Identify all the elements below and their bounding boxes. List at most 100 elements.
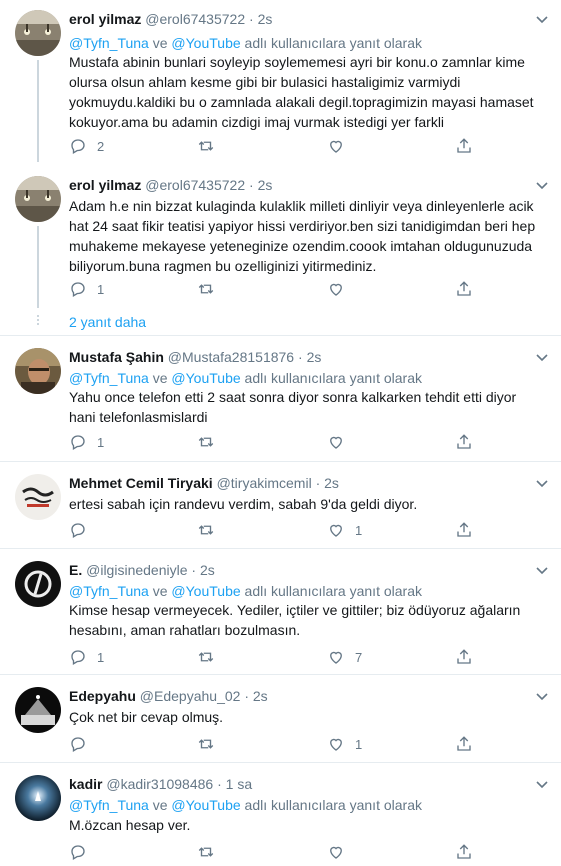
display-name[interactable]: Mustafa Şahin — [69, 349, 164, 365]
retweet-button[interactable] — [197, 520, 215, 540]
username[interactable]: @erol67435722 — [145, 11, 245, 27]
share-button[interactable] — [455, 520, 473, 540]
retweet-button[interactable] — [197, 647, 215, 667]
tweet-edepyahu[interactable]: Edepyahu @Edepyahu_02 · 2s Çok net bir c… — [0, 687, 561, 757]
display-name[interactable]: Mehmet Cemil Tiryaki — [69, 475, 213, 491]
username[interactable]: @ilgisinedeniyle — [86, 562, 187, 578]
display-name[interactable]: erol yilmaz — [69, 11, 141, 27]
retweet-button[interactable] — [197, 842, 215, 862]
retweet-button[interactable] — [197, 432, 215, 452]
tweet-header: E. @ilgisinedeniyle · 2s — [69, 561, 215, 579]
like-icon — [330, 140, 342, 153]
chevron-down-icon[interactable] — [535, 350, 549, 364]
reply-context-and: ve — [152, 370, 168, 386]
reply-button[interactable]: 1 — [69, 647, 104, 667]
username[interactable]: @kadir31098486 — [106, 776, 213, 792]
retweet-icon — [198, 284, 214, 294]
reply-icon — [71, 737, 85, 752]
share-icon — [457, 736, 471, 751]
timestamp[interactable]: 2s — [258, 11, 273, 27]
share-button[interactable] — [455, 279, 473, 299]
mention-link[interactable]: @YouTube — [171, 35, 240, 51]
reply-button[interactable] — [69, 520, 87, 540]
like-button[interactable]: 1 — [327, 520, 362, 540]
tweet-kadir[interactable]: kadir @kadir31098486 · 1 sa @Tyfn_Tuna v… — [0, 775, 561, 866]
tweet-mustafa[interactable]: Mustafa Şahin @Mustafa28151876 · 2s @Tyf… — [0, 348, 561, 458]
avatar[interactable] — [15, 561, 61, 607]
avatar[interactable] — [15, 176, 61, 222]
like-button[interactable] — [327, 842, 345, 862]
reply-button[interactable]: 1 — [69, 432, 104, 452]
timestamp[interactable]: 2s — [200, 562, 215, 578]
mention-link[interactable]: @Tyfn_Tuna — [69, 583, 149, 599]
chevron-down-icon[interactable] — [535, 777, 549, 791]
mention-link[interactable]: @YouTube — [171, 797, 240, 813]
reply-icon — [71, 523, 85, 538]
retweet-button[interactable] — [197, 279, 215, 299]
avatar[interactable] — [15, 10, 61, 56]
like-button[interactable] — [327, 432, 345, 452]
share-button[interactable] — [455, 647, 473, 667]
tweet-text-line: hani telefonlasmislardi — [69, 409, 208, 425]
tweet-header: erol yilmaz @erol67435722 · 2s — [69, 10, 272, 28]
share-button[interactable] — [455, 734, 473, 754]
mention-link[interactable]: @Tyfn_Tuna — [69, 797, 149, 813]
chevron-down-icon[interactable] — [535, 689, 549, 703]
like-icon — [330, 651, 342, 664]
timestamp[interactable]: 2s — [258, 177, 273, 193]
tweet-text-line: ertesi sabah için randevu verdim, sabah … — [69, 496, 418, 512]
timestamp[interactable]: 2s — [253, 688, 268, 704]
avatar[interactable] — [15, 474, 61, 520]
show-more-replies-link[interactable]: 2 yanıt daha — [69, 314, 146, 330]
divider — [0, 335, 561, 336]
chevron-down-icon[interactable] — [535, 178, 549, 192]
tweet-mehmet[interactable]: Mehmet Cemil Tiryaki @tiryakimcemil · 2s… — [0, 474, 561, 544]
username[interactable]: @erol67435722 — [145, 177, 245, 193]
chevron-down-icon[interactable] — [535, 476, 549, 490]
timestamp[interactable]: 1 sa — [226, 776, 252, 792]
like-button[interactable]: 7 — [327, 647, 362, 667]
like-button[interactable] — [327, 279, 345, 299]
reply-button[interactable] — [69, 734, 87, 754]
tweet-erol-2[interactable]: erol yilmaz @erol67435722 · 2s Adam h.e … — [0, 176, 561, 326]
mention-link[interactable]: @YouTube — [171, 370, 240, 386]
share-button[interactable] — [455, 136, 473, 156]
share-button[interactable] — [455, 432, 473, 452]
username[interactable]: @tiryakimcemil — [217, 475, 312, 491]
mention-link[interactable]: @Tyfn_Tuna — [69, 35, 149, 51]
mention-link[interactable]: @Tyfn_Tuna — [69, 370, 149, 386]
tweet-text-line: Mustafa abinin bunlari soyleyip soylemem… — [69, 54, 525, 70]
retweet-button[interactable] — [197, 136, 215, 156]
username[interactable]: @Mustafa28151876 — [168, 349, 294, 365]
tweet-text-line: yokmuydu.kaldiki bu o zamnlada alakali d… — [69, 94, 534, 110]
avatar[interactable] — [15, 348, 61, 394]
chevron-down-icon[interactable] — [535, 12, 549, 26]
reply-icon — [71, 282, 85, 297]
timestamp[interactable]: 2s — [307, 349, 322, 365]
separator-dot: · — [249, 177, 254, 193]
reply-button[interactable]: 1 — [69, 279, 104, 299]
retweet-button[interactable] — [197, 734, 215, 754]
display-name[interactable]: Edepyahu — [69, 688, 136, 704]
display-name[interactable]: kadir — [69, 776, 102, 792]
reply-button[interactable] — [69, 842, 87, 862]
reply-button[interactable]: 2 — [69, 136, 104, 156]
tweet-erol-1[interactable]: erol yilmaz @erol67435722 · 2s @Tyfn_Tun… — [0, 10, 561, 162]
like-button[interactable]: 1 — [327, 734, 362, 754]
chevron-down-icon[interactable] — [535, 563, 549, 577]
tweet-e[interactable]: E. @ilgisinedeniyle · 2s @Tyfn_Tuna ve @… — [0, 561, 561, 671]
reply-context-suffix: adlı kullanıcılara yanıt olarak — [244, 583, 422, 599]
timestamp[interactable]: 2s — [324, 475, 339, 491]
separator-dot: · — [298, 349, 303, 365]
retweet-icon — [198, 847, 214, 857]
username[interactable]: @Edepyahu_02 — [140, 688, 241, 704]
share-button[interactable] — [455, 842, 473, 862]
display-name[interactable]: E. — [69, 562, 82, 578]
avatar[interactable] — [15, 775, 61, 821]
avatar[interactable] — [15, 687, 61, 733]
display-name[interactable]: erol yilmaz — [69, 177, 141, 193]
tweet-text: Yahu once telefon etti 2 saat sonra diyo… — [69, 387, 539, 427]
mention-link[interactable]: @YouTube — [171, 583, 240, 599]
like-button[interactable] — [327, 136, 345, 156]
reply-context-and: ve — [152, 583, 168, 599]
